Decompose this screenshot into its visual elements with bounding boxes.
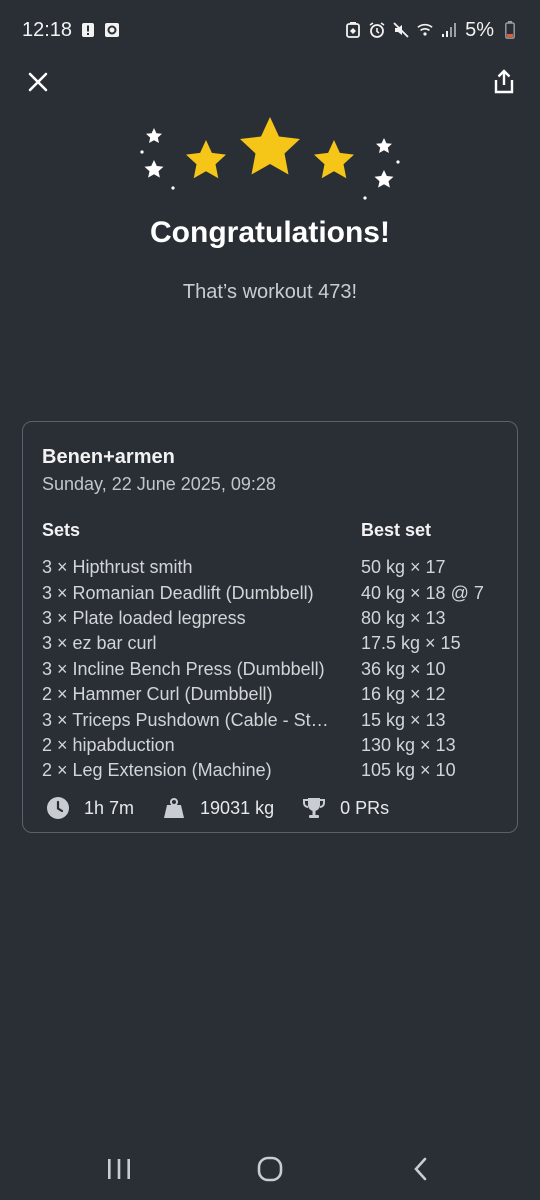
exercise-best-set: 50 kg × 17	[361, 557, 446, 578]
workout-stats: 1h 7m 19031 kg 0 PRs	[46, 796, 417, 820]
top-bar	[0, 60, 540, 104]
exercise-sets: 2 × hipabduction	[42, 734, 175, 755]
workout-date: Sunday, 22 June 2025, 09:28	[42, 474, 276, 494]
exercise-row: 2 × hipabduction 130 kg × 13	[42, 733, 502, 758]
workout-summary-card[interactable]: Benen+armen Sunday, 22 June 2025, 09:28 …	[22, 421, 518, 833]
wifi-icon	[417, 22, 433, 38]
system-nav-bar	[0, 1135, 540, 1200]
clock: 12:18	[22, 18, 73, 41]
status-left: 12:18	[22, 19, 120, 42]
volume-stat: 19031 kg	[162, 796, 274, 820]
workout-name: Benen+armen	[42, 446, 175, 468]
exercise-sets: 3 × Plate loaded legpress	[42, 607, 246, 628]
exercise-row: 3 × Romanian Deadlift (Dumbbell) 40 kg ×…	[42, 580, 502, 605]
mute-icon	[393, 22, 409, 38]
clock-icon	[47, 797, 69, 819]
gold-star-right-icon	[314, 140, 354, 179]
back-button[interactable]	[401, 1153, 441, 1185]
exercise-row: 2 × Hammer Curl (Dumbbell) 16 kg × 12	[42, 682, 502, 707]
close-button[interactable]	[22, 66, 54, 98]
volume-value: 19031 kg	[200, 797, 275, 818]
exercise-best-set: 17.5 kg × 15	[361, 633, 461, 654]
exercise-row: 3 × ez bar curl 17.5 kg × 15	[42, 631, 502, 656]
exercise-row: 3 × Incline Bench Press (Dumbbell) 36 kg…	[42, 657, 502, 682]
exercise-best-set: 80 kg × 13	[361, 607, 446, 628]
stars-illustration	[140, 117, 400, 200]
exercise-best-set: 105 kg × 10	[361, 760, 456, 781]
prs-value: 0 PRs	[340, 797, 390, 818]
duration-value: 1h 7m	[84, 797, 135, 818]
exercise-best-set: 40 kg × 18 @ 7	[361, 582, 484, 603]
exercise-best-set: 130 kg × 13	[361, 734, 456, 755]
share-icon	[494, 69, 514, 94]
exercise-row: 3 × Plate loaded legpress 80 kg × 13	[42, 606, 502, 631]
exercise-best-set: 15 kg × 13	[361, 709, 446, 730]
status-bar: 12:18 5%	[0, 0, 540, 60]
home-button[interactable]	[250, 1153, 290, 1185]
trophy-icon	[303, 798, 326, 818]
recents-icon	[108, 1159, 130, 1179]
battery-percent: 5%	[465, 18, 494, 41]
exercise-sets: 2 × Leg Extension (Machine)	[42, 760, 272, 781]
best-set-column-header: Best set	[361, 520, 432, 540]
home-icon	[257, 1156, 283, 1182]
alert-icon	[80, 22, 96, 38]
close-icon	[28, 72, 48, 92]
duration-stat: 1h 7m	[46, 796, 134, 820]
back-icon	[414, 1157, 427, 1181]
gold-star-left-icon	[186, 140, 226, 179]
exercise-row: 2 × Leg Extension (Machine) 105 kg × 10	[42, 758, 502, 783]
congrats-title: Congratulations!	[150, 216, 390, 249]
exercise-best-set: 16 kg × 12	[361, 684, 446, 705]
exercise-sets: 3 × Romanian Deadlift (Dumbbell)	[42, 582, 314, 603]
exercise-best-set: 36 kg × 10	[361, 658, 446, 679]
exercise-list: 3 × Hipthrust smith 50 kg × 17 3 × Roman…	[42, 555, 502, 784]
exercise-sets: 2 × Hammer Curl (Dumbbell)	[42, 684, 273, 705]
recents-button[interactable]	[99, 1153, 139, 1185]
status-right: 5%	[345, 19, 518, 42]
battery-saver-icon	[345, 22, 361, 38]
exercise-sets: 3 × Incline Bench Press (Dumbbell)	[42, 658, 325, 679]
exercise-sets: 3 × Triceps Pushdown (Cable - St…	[42, 709, 329, 730]
screenshot-icon	[104, 22, 120, 38]
sets-column-header: Sets	[42, 520, 81, 540]
exercise-sets: 3 × Hipthrust smith	[42, 557, 193, 578]
workout-count-subtitle: That’s workout 473!	[182, 281, 358, 303]
gold-star-center-icon	[240, 117, 300, 175]
exercise-row: 3 × Hipthrust smith 50 kg × 17	[42, 555, 502, 580]
signal-icon	[441, 22, 457, 38]
share-button[interactable]	[488, 66, 520, 98]
weight-icon	[164, 798, 185, 818]
exercise-row: 3 × Triceps Pushdown (Cable - St… 15 kg …	[42, 707, 502, 732]
battery-icon	[502, 21, 518, 39]
alarm-icon	[369, 22, 385, 38]
prs-stat: 0 PRs	[302, 796, 389, 820]
exercise-sets: 3 × ez bar curl	[42, 633, 157, 654]
